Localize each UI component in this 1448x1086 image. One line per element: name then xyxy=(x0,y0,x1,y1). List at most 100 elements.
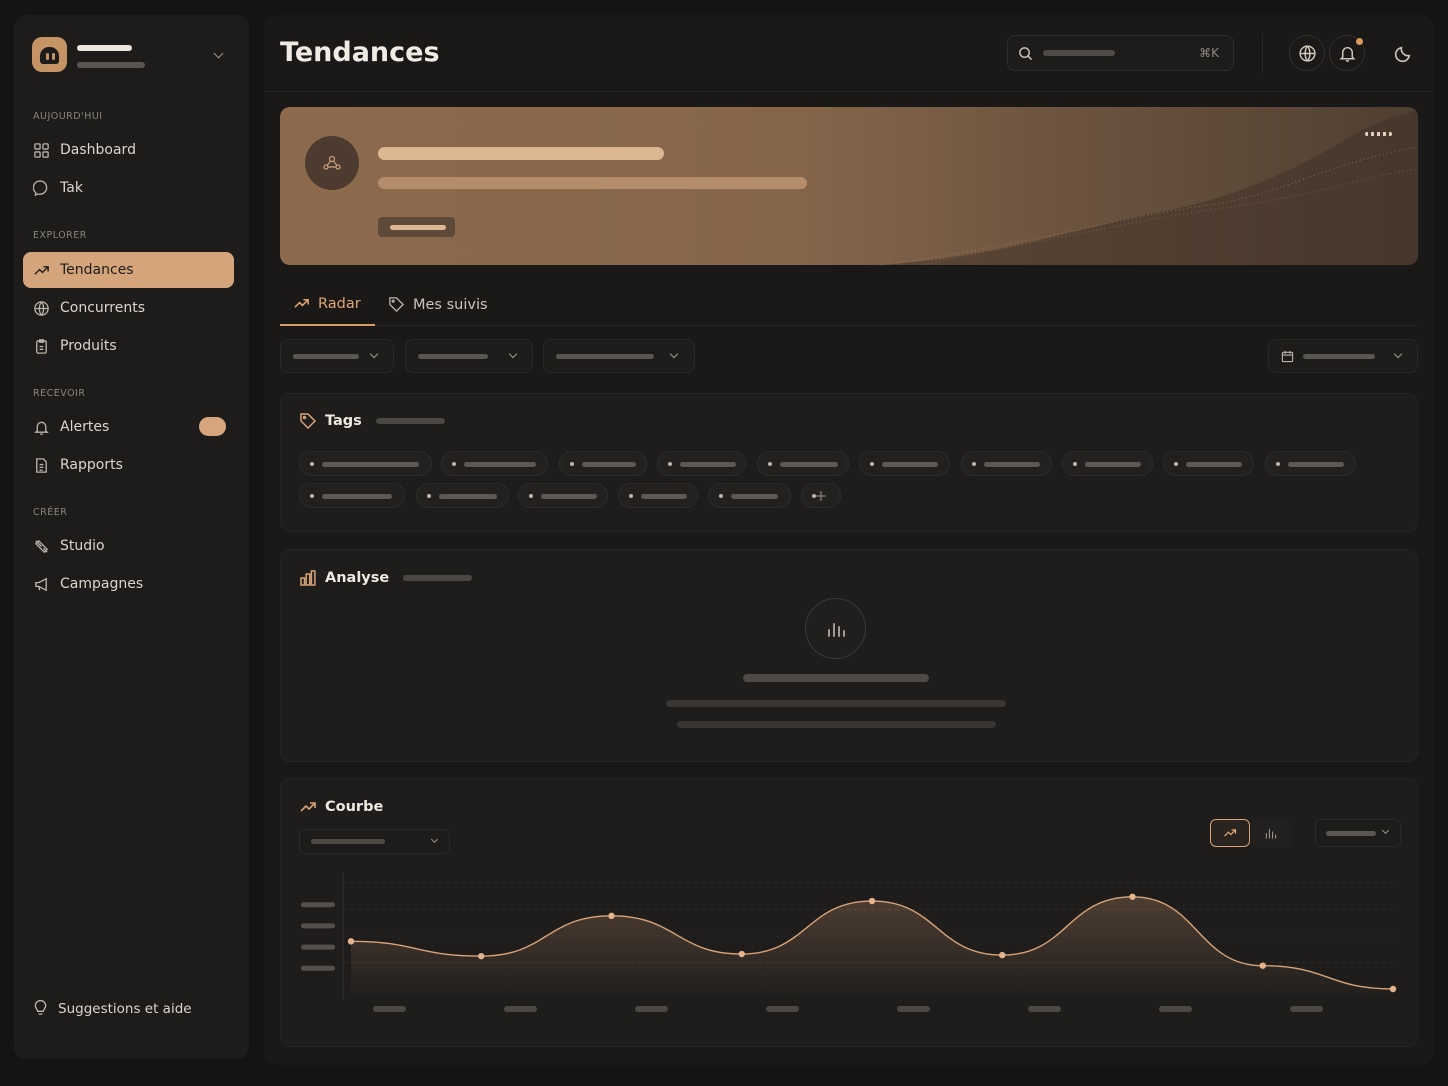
filter-placeholder xyxy=(293,354,359,359)
section-label-explorer: EXPLORER xyxy=(33,230,87,241)
sidebar-item-label: Concurrents xyxy=(60,300,146,316)
filter-placeholder xyxy=(418,354,488,359)
tag-chip[interactable] xyxy=(859,451,950,476)
tag-chip[interactable] xyxy=(1163,451,1254,476)
search-input[interactable]: ⌘K xyxy=(1007,35,1234,71)
sidebar-item-concurrents[interactable]: Concurrents xyxy=(23,290,234,326)
x-tick-label xyxy=(766,1006,799,1012)
header-divider-line xyxy=(264,91,1434,92)
sidebar-item-label: Tak xyxy=(60,180,83,196)
tag-chip[interactable] xyxy=(1062,451,1153,476)
app-logo xyxy=(32,37,67,72)
bar-chart-icon xyxy=(1265,829,1277,839)
bar-view-button[interactable] xyxy=(1251,819,1291,847)
chevron-down-icon xyxy=(669,349,679,359)
metric-placeholder xyxy=(311,839,385,844)
courbe-title: Courbe xyxy=(325,799,384,815)
series-area xyxy=(351,896,1393,995)
tab-label: Mes suivis xyxy=(413,296,488,313)
tag-chip[interactable] xyxy=(708,483,791,508)
tags-card-header: Tags xyxy=(299,412,445,430)
filter-placeholder xyxy=(556,354,654,359)
globe-icon xyxy=(1298,44,1316,62)
period-dropdown[interactable] xyxy=(1315,819,1401,847)
tag-chip[interactable] xyxy=(961,451,1052,476)
sidebar-item-dashboard[interactable]: Dashboard xyxy=(23,132,234,168)
filter-dropdown-2[interactable] xyxy=(405,339,533,373)
chevron-down-icon xyxy=(508,349,518,359)
tags-count-placeholder xyxy=(375,418,445,424)
add-tag-button[interactable] xyxy=(801,483,841,508)
data-point xyxy=(868,897,876,905)
sidebar-item-tak[interactable]: Tak xyxy=(23,170,234,206)
line-view-button[interactable] xyxy=(1210,819,1250,847)
banner-avatar xyxy=(305,136,359,190)
trend-icon xyxy=(294,298,309,308)
sidebar-item-label: Rapports xyxy=(60,457,123,473)
sidebar-item-alertes[interactable]: Alertes xyxy=(23,409,234,445)
language-button[interactable] xyxy=(1289,35,1325,71)
sidebar-item-produits[interactable]: Produits xyxy=(23,328,234,364)
alerts-toggle[interactable] xyxy=(199,417,226,436)
tag-chip[interactable] xyxy=(757,451,849,476)
more-icon[interactable] xyxy=(1365,132,1392,136)
empty-state-text-placeholder xyxy=(666,700,1006,707)
sidebar-item-label: Campagnes xyxy=(60,576,144,592)
bar-chart-icon xyxy=(300,570,316,586)
document-icon xyxy=(36,457,47,473)
notification-dot xyxy=(1356,38,1363,45)
sidebar-item-rapports[interactable]: Rapports xyxy=(23,447,234,483)
data-point xyxy=(608,912,615,920)
sidebar-item-tendances[interactable]: Tendances xyxy=(23,252,234,288)
filter-dropdown-1[interactable] xyxy=(280,339,394,373)
tag-chip[interactable] xyxy=(416,483,509,508)
x-tick-label xyxy=(897,1006,930,1012)
filter-dropdown-3[interactable] xyxy=(543,339,695,373)
chat-icon xyxy=(33,179,48,196)
tag-chip[interactable] xyxy=(618,483,698,508)
chevron-down-icon[interactable] xyxy=(213,48,224,59)
help-link[interactable]: Suggestions et aide xyxy=(33,1000,192,1017)
banner-title-placeholder xyxy=(378,147,664,160)
period-placeholder xyxy=(1326,831,1376,836)
brush-icon xyxy=(34,539,49,553)
tag-chip[interactable] xyxy=(299,451,432,476)
plus-icon xyxy=(816,491,826,501)
sidebar-item-studio[interactable]: Studio xyxy=(23,528,234,564)
y-tick-label xyxy=(301,923,335,929)
network-icon xyxy=(323,155,341,170)
banner-subtitle-placeholder xyxy=(378,177,807,189)
sidebar-item-campagnes[interactable]: Campagnes xyxy=(23,566,234,602)
trend-icon xyxy=(34,265,49,275)
moon-icon xyxy=(1394,46,1410,62)
megaphone-icon xyxy=(35,577,47,591)
lightbulb-icon xyxy=(34,1000,47,1015)
tag-chip[interactable] xyxy=(1265,451,1356,476)
x-tick-label xyxy=(635,1006,668,1012)
tag-chip[interactable] xyxy=(559,451,647,476)
workspace-switcher[interactable] xyxy=(32,37,232,73)
search-icon xyxy=(1019,47,1033,61)
x-tick-label xyxy=(1028,1006,1061,1012)
theme-toggle-button[interactable] xyxy=(1385,35,1421,71)
workspace-name-placeholder xyxy=(77,45,132,51)
x-tick-label xyxy=(504,1006,537,1012)
tag-chip[interactable] xyxy=(657,451,746,476)
header-divider xyxy=(1262,33,1263,73)
analyse-card: Analyse xyxy=(280,549,1418,762)
trend-icon xyxy=(1224,829,1237,837)
tab-radar[interactable]: Radar xyxy=(280,283,375,326)
tag-chip[interactable] xyxy=(299,483,405,508)
tag-chip[interactable] xyxy=(441,451,548,476)
hero-banner xyxy=(280,107,1418,265)
bell-icon xyxy=(34,421,49,435)
date-range-dropdown[interactable] xyxy=(1268,339,1418,373)
tag-icon xyxy=(389,297,405,313)
x-tick-label xyxy=(1159,1006,1192,1012)
data-point xyxy=(1129,893,1136,900)
metric-dropdown[interactable] xyxy=(299,829,450,854)
data-point xyxy=(478,952,485,960)
tag-chip[interactable] xyxy=(518,483,608,508)
globe-icon xyxy=(34,300,49,316)
tab-mes-suivis[interactable]: Mes suivis xyxy=(388,283,488,326)
